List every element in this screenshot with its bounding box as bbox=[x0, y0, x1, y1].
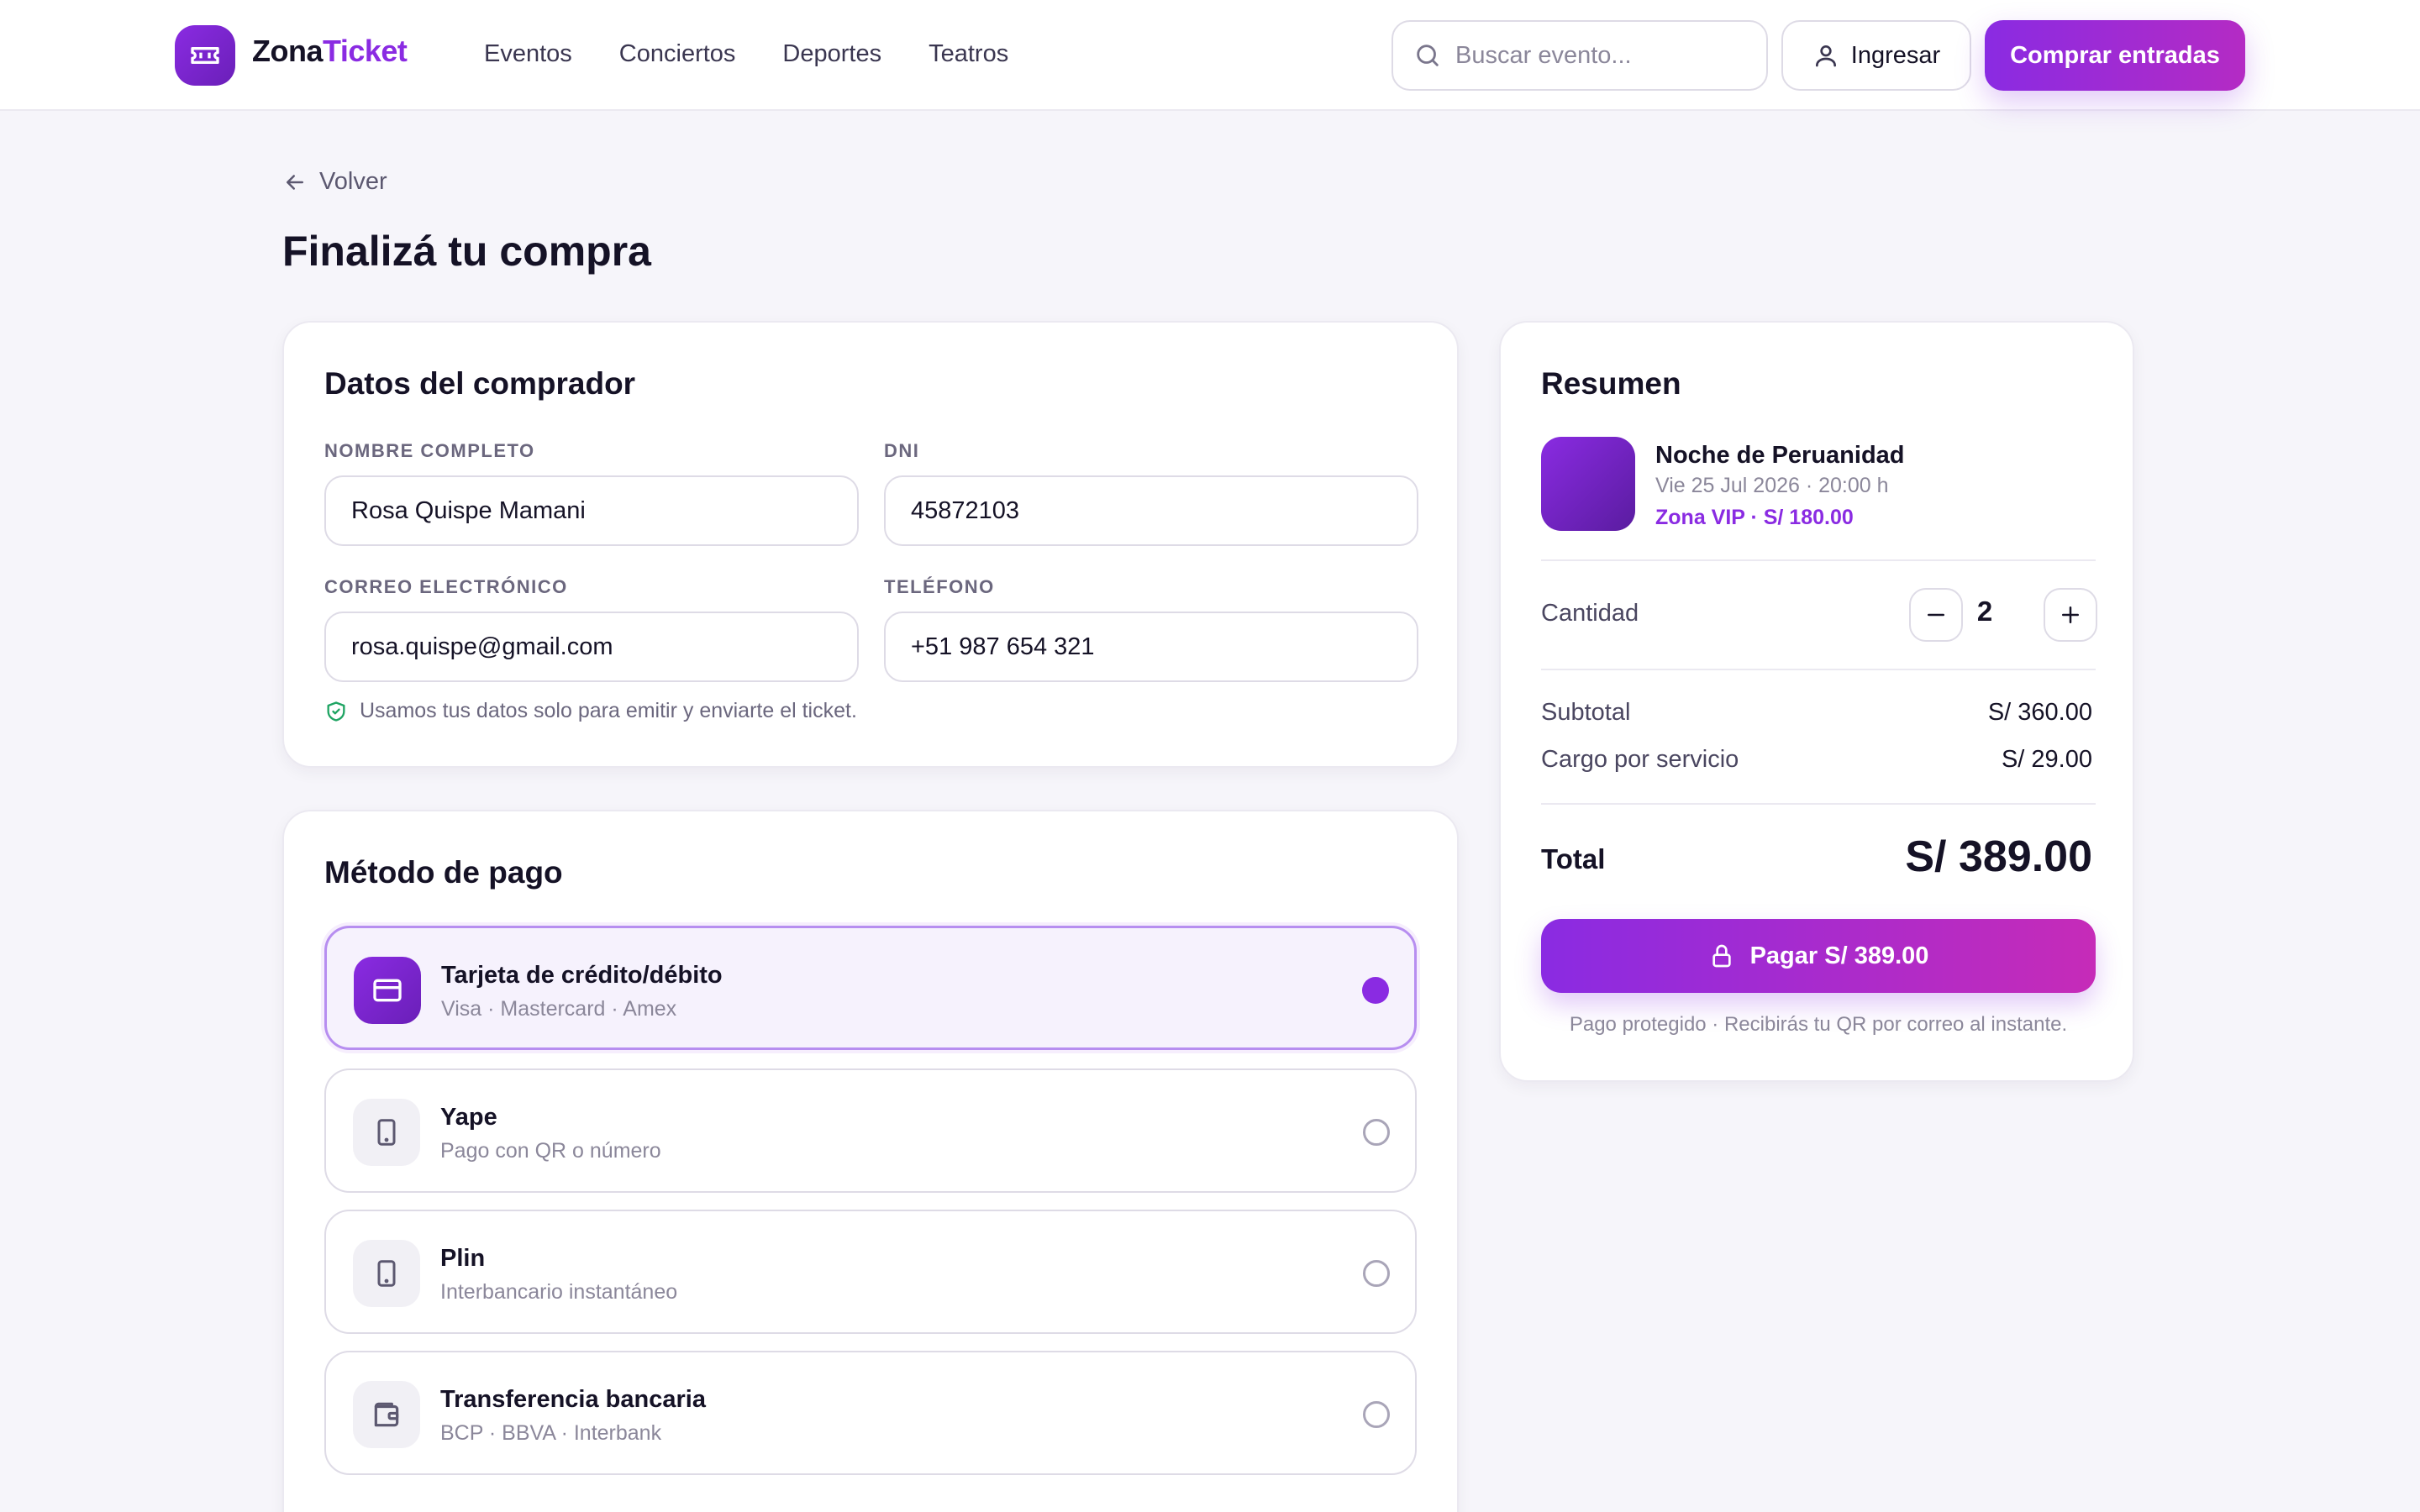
nav-teatros[interactable]: Teatros bbox=[929, 40, 1008, 68]
dni-label: DNI bbox=[884, 440, 920, 461]
payment-option-plin[interactable]: Plin Interbancario instantáneo bbox=[324, 1210, 1417, 1334]
search-icon bbox=[1417, 45, 1439, 66]
phone-input[interactable] bbox=[911, 633, 1417, 661]
payment-option-name: Yape bbox=[440, 1104, 497, 1131]
nav-conciertos[interactable]: Conciertos bbox=[619, 40, 736, 68]
page-title: Finalizá tu compra bbox=[282, 228, 651, 275]
event-name: Noche de Peruanidad bbox=[1655, 442, 1905, 469]
privacy-note-text: Usamos tus datos solo para emitir y envi… bbox=[360, 699, 857, 722]
top-header: ZonaTicket Eventos Conciertos Deportes T… bbox=[0, 0, 2420, 111]
payment-option-sub: Interbancario instantáneo bbox=[440, 1280, 678, 1304]
buy-tickets-button[interactable]: Comprar entradas bbox=[1985, 20, 2245, 91]
nav-eventos[interactable]: Eventos bbox=[484, 40, 572, 68]
search-input[interactable] bbox=[1455, 41, 1758, 70]
quantity-label: Cantidad bbox=[1541, 600, 1639, 627]
quantity-increase-button[interactable] bbox=[2044, 588, 2097, 642]
service-fee-value: S/ 29.00 bbox=[2001, 746, 2092, 773]
logo-ticket-icon[interactable] bbox=[175, 25, 235, 86]
payment-option-name: Plin bbox=[440, 1245, 486, 1272]
service-fee-label: Cargo por servicio bbox=[1541, 746, 1739, 773]
privacy-note: Usamos tus datos solo para emitir y envi… bbox=[324, 699, 857, 723]
pay-button-label: Pagar S/ 389.00 bbox=[1749, 942, 1929, 969]
divider bbox=[1541, 803, 2096, 805]
brand-name[interactable]: ZonaTicket bbox=[252, 34, 408, 69]
subtotal-label: Subtotal bbox=[1541, 699, 1631, 726]
smartphone-icon bbox=[377, 1119, 396, 1146]
payment-option-sub: Visa · Mastercard · Amex bbox=[441, 997, 677, 1021]
total-label: Total bbox=[1541, 843, 1606, 874]
nav-deportes[interactable]: Deportes bbox=[782, 40, 881, 68]
smartphone-icon bbox=[377, 1260, 396, 1287]
payment-option-yape-icon-box bbox=[353, 1099, 420, 1166]
payment-option-card[interactable]: Tarjeta de crédito/débito Visa · Masterc… bbox=[324, 926, 1417, 1050]
radio-unselected[interactable] bbox=[1363, 1260, 1390, 1287]
buyer-card-title: Datos del comprador bbox=[324, 366, 636, 401]
payment-card-title: Método de pago bbox=[324, 855, 563, 890]
quantity-decrease-button[interactable] bbox=[1909, 588, 1963, 642]
payment-option-name: Transferencia bancaria bbox=[440, 1386, 706, 1413]
shield-check-icon bbox=[327, 701, 345, 722]
search-box bbox=[1392, 20, 1768, 91]
event-thumbnail bbox=[1541, 437, 1635, 531]
dni-input[interactable] bbox=[911, 496, 1417, 525]
brand-name-part2: Ticket bbox=[323, 34, 408, 68]
payment-option-plin-icon-box bbox=[353, 1240, 420, 1307]
subtotal-value: S/ 360.00 bbox=[1987, 699, 2092, 726]
arrow-left-icon bbox=[287, 174, 303, 190]
divider bbox=[1541, 559, 2096, 561]
event-date: Vie 25 Jul 2026 · 20:00 h bbox=[1655, 474, 1889, 497]
radio-unselected[interactable] bbox=[1363, 1119, 1390, 1146]
radio-unselected[interactable] bbox=[1363, 1401, 1390, 1428]
back-link[interactable]: Volver bbox=[282, 168, 387, 196]
payment-option-name: Tarjeta de crédito/débito bbox=[441, 962, 723, 989]
divider bbox=[1541, 669, 2096, 670]
lock-icon bbox=[1712, 944, 1731, 968]
wallet-icon bbox=[374, 1402, 399, 1427]
brand-name-part1: Zona bbox=[252, 34, 324, 68]
login-label: Ingresar bbox=[1850, 41, 1941, 69]
pay-button[interactable]: Pagar S/ 389.00 bbox=[1541, 919, 2096, 993]
minus-icon bbox=[1928, 613, 1944, 617]
payment-option-card-icon-box bbox=[354, 957, 421, 1024]
user-icon bbox=[1815, 45, 1836, 67]
summary-card-title: Resumen bbox=[1541, 366, 1681, 401]
payment-option-yape[interactable]: Yape Pago con QR o número bbox=[324, 1068, 1417, 1193]
buyer-card: Datos del comprador NOMBRE COMPLETO DNI … bbox=[282, 321, 1459, 768]
login-button[interactable]: Ingresar bbox=[1781, 20, 1971, 91]
back-label: Volver bbox=[319, 168, 387, 195]
name-input[interactable] bbox=[351, 496, 857, 525]
plus-icon bbox=[2062, 606, 2079, 623]
event-zone: Zona VIP · S/ 180.00 bbox=[1655, 506, 1854, 529]
name-label: NOMBRE COMPLETO bbox=[324, 440, 535, 461]
email-label: CORREO ELECTRÓNICO bbox=[324, 576, 568, 597]
total-value: S/ 389.00 bbox=[1905, 832, 2092, 881]
dni-field bbox=[884, 475, 1418, 546]
payment-option-sub: BCP · BBVA · Interbank bbox=[440, 1421, 662, 1445]
name-field bbox=[324, 475, 859, 546]
payment-option-transfer-icon-box bbox=[353, 1381, 420, 1448]
payment-option-transfer[interactable]: Transferencia bancaria BCP · BBVA · Inte… bbox=[324, 1351, 1417, 1475]
email-field bbox=[324, 612, 859, 682]
summary-card: Resumen Noche de Peruanidad Vie 25 Jul 2… bbox=[1499, 321, 2134, 1082]
credit-card-icon bbox=[373, 979, 402, 1002]
radio-selected[interactable] bbox=[1362, 977, 1389, 1004]
email-input[interactable] bbox=[351, 633, 857, 661]
payment-note: Pago protegido · Recibirás tu QR por cor… bbox=[1569, 1013, 2068, 1036]
phone-label: TELÉFONO bbox=[884, 576, 995, 597]
payment-card: Método de pago Tarjeta de crédito/débito… bbox=[282, 810, 1459, 1512]
payment-option-sub: Pago con QR o número bbox=[440, 1139, 661, 1163]
phone-field bbox=[884, 612, 1418, 682]
quantity-value: 2 bbox=[1976, 596, 1993, 627]
main-nav: Eventos Conciertos Deportes Teatros bbox=[484, 40, 1055, 68]
